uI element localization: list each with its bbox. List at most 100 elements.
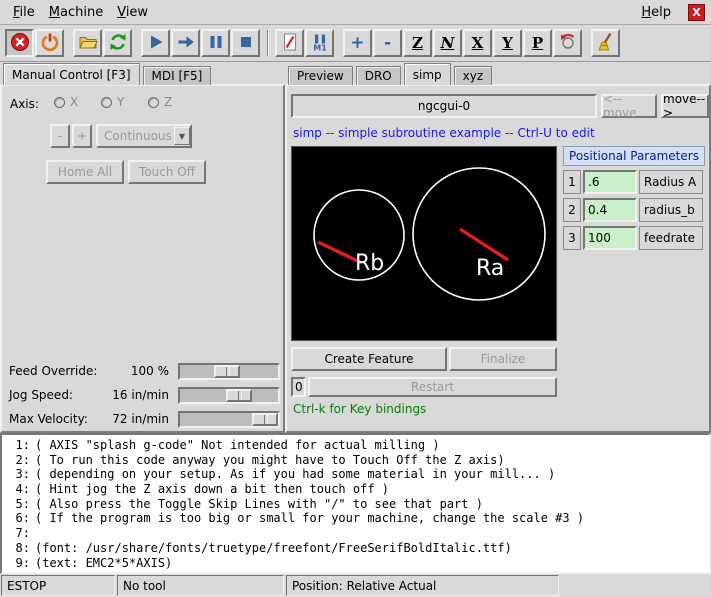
radio-icon: [148, 97, 159, 108]
move-right-button[interactable]: move-->: [661, 94, 709, 118]
axis-radio-y[interactable]: Y: [101, 95, 124, 109]
letter-y-icon: Y: [502, 34, 513, 52]
zoom-out-button[interactable]: -: [373, 29, 402, 57]
reload-icon: [108, 32, 128, 55]
restart-count-field[interactable]: 0: [291, 377, 306, 397]
home-all-button[interactable]: Home All: [46, 160, 124, 184]
gcode-line: 7:: [4, 526, 707, 541]
jog-speed-value: 16 in/min: [97, 388, 169, 402]
manual-control-page: Axis: X Y Z - + Continuous ▼ Home All To…: [0, 84, 285, 433]
folder-icon: [78, 32, 98, 55]
jog-speed-row: Jog Speed: 16 in/min: [2, 385, 283, 407]
tab-mdi[interactable]: MDI [F5]: [143, 66, 212, 85]
reload-button[interactable]: [103, 29, 132, 57]
optional-pause-button[interactable]: M1: [305, 29, 334, 57]
axis-label: Axis:: [10, 97, 39, 111]
parameter-row: 1 .6 Radius A: [563, 170, 705, 194]
feed-override-slider[interactable]: [178, 363, 280, 380]
minus-icon: -: [384, 33, 391, 53]
tab-manual-control[interactable]: Manual Control [F3]: [3, 63, 140, 85]
gcode-line: 1:( AXIS "splash g-code" Not intended fo…: [4, 438, 707, 453]
axis-x-label: X: [70, 95, 78, 109]
ngcgui-name-field[interactable]: ngcgui-0: [291, 94, 597, 118]
stop-button[interactable]: [231, 29, 260, 57]
chevron-down-icon: ▼: [174, 127, 190, 145]
view-y-button[interactable]: Y: [493, 29, 522, 57]
jog-minus-button[interactable]: -: [50, 124, 70, 148]
param-value-input[interactable]: 100: [583, 226, 637, 250]
ngcgui-page: ngcgui-0 <--move move--> simp -- simple …: [285, 84, 711, 433]
gcode-listing[interactable]: 1:( AXIS "splash g-code" Not intended fo…: [0, 433, 711, 574]
letter-n-icon: N: [441, 34, 455, 52]
radio-icon: [101, 97, 112, 108]
tab-dro[interactable]: DRO: [356, 66, 401, 85]
feed-override-row: Feed Override: 100 %: [2, 361, 283, 383]
menu-view[interactable]: View: [110, 2, 155, 23]
feed-override-label: Feed Override:: [9, 364, 97, 378]
touch-off-button[interactable]: Touch Off: [128, 160, 206, 184]
jog-mode-select[interactable]: Continuous ▼: [96, 124, 192, 148]
axis-y-label: Y: [117, 95, 124, 109]
view-x-button[interactable]: X: [463, 29, 492, 57]
pause-icon: [206, 32, 226, 55]
slider-handle[interactable]: [252, 413, 278, 426]
finalize-button[interactable]: Finalize: [449, 347, 557, 371]
max-velocity-slider[interactable]: [178, 411, 280, 428]
axis-radio-x[interactable]: X: [54, 95, 78, 109]
menu-help[interactable]: Help: [634, 2, 678, 23]
letter-x-icon: X: [472, 34, 484, 52]
jog-speed-slider[interactable]: [178, 387, 280, 404]
param-value-input[interactable]: 0.4: [583, 198, 637, 222]
status-tool: No tool: [117, 575, 284, 596]
gcode-line: 2:( To run this code anyway you might ha…: [4, 453, 707, 468]
slash-page-icon: [280, 32, 300, 55]
create-feature-button[interactable]: Create Feature: [291, 347, 447, 371]
close-icon[interactable]: X: [688, 4, 705, 21]
slider-handle[interactable]: [226, 389, 252, 402]
jog-plus-button[interactable]: +: [72, 124, 92, 148]
max-velocity-value: 72 in/min: [97, 412, 169, 426]
tab-simp[interactable]: simp: [404, 63, 451, 85]
menu-file[interactable]: File: [6, 2, 42, 23]
rotate-view-button[interactable]: [553, 29, 582, 57]
gcode-line: 3:( depending on your setup. As if you h…: [4, 467, 707, 482]
clear-plot-button[interactable]: [591, 29, 620, 57]
play-icon: [146, 32, 166, 55]
machine-power-button[interactable]: [35, 29, 64, 57]
axis-window: File Machine View Help X: [0, 0, 711, 597]
power-icon: [40, 32, 60, 55]
left-tab-row: Manual Control [F3] MDI [F5]: [3, 62, 214, 85]
radius-b-label: Rb: [355, 251, 384, 276]
param-name-label: Radius A: [639, 170, 703, 194]
open-file-button[interactable]: [73, 29, 102, 57]
pause-button[interactable]: [201, 29, 230, 57]
status-bar: ESTOP No tool Position: Relative Actual: [0, 574, 711, 597]
positional-parameters: Positional Parameters 1 .6 Radius A 2 0.…: [563, 146, 705, 250]
plus-icon: +: [350, 33, 364, 53]
parameter-row: 3 100 feedrate: [563, 226, 705, 250]
right-tab-row: Preview DRO simp xyz: [288, 62, 495, 85]
view-z-button[interactable]: Z: [403, 29, 432, 57]
move-left-button[interactable]: <--move: [601, 94, 657, 118]
param-value-input[interactable]: .6: [583, 170, 637, 194]
restart-button[interactable]: Restart: [308, 377, 557, 397]
estop-button[interactable]: [5, 29, 34, 57]
skip-lines-button[interactable]: [275, 29, 304, 57]
letter-z-icon: Z: [412, 34, 423, 52]
zoom-in-button[interactable]: +: [343, 29, 372, 57]
run-button[interactable]: [141, 29, 170, 57]
view-z-rotated-button[interactable]: N: [433, 29, 462, 57]
radius-a-label: Ra: [476, 256, 504, 281]
parameter-row: 2 0.4 radius_b: [563, 198, 705, 222]
step-button[interactable]: [171, 29, 200, 57]
view-perspective-button[interactable]: P: [523, 29, 552, 57]
jog-mode-value: Continuous: [104, 129, 172, 143]
axis-radio-z[interactable]: Z: [148, 95, 172, 109]
tab-xyz[interactable]: xyz: [454, 66, 493, 85]
slider-handle[interactable]: [214, 365, 240, 378]
tab-preview[interactable]: Preview: [288, 66, 353, 85]
menu-machine[interactable]: Machine: [42, 2, 110, 23]
param-index: 2: [563, 198, 581, 222]
subroutine-image: Rb Ra: [291, 146, 557, 341]
jog-speed-label: Jog Speed:: [9, 388, 73, 402]
